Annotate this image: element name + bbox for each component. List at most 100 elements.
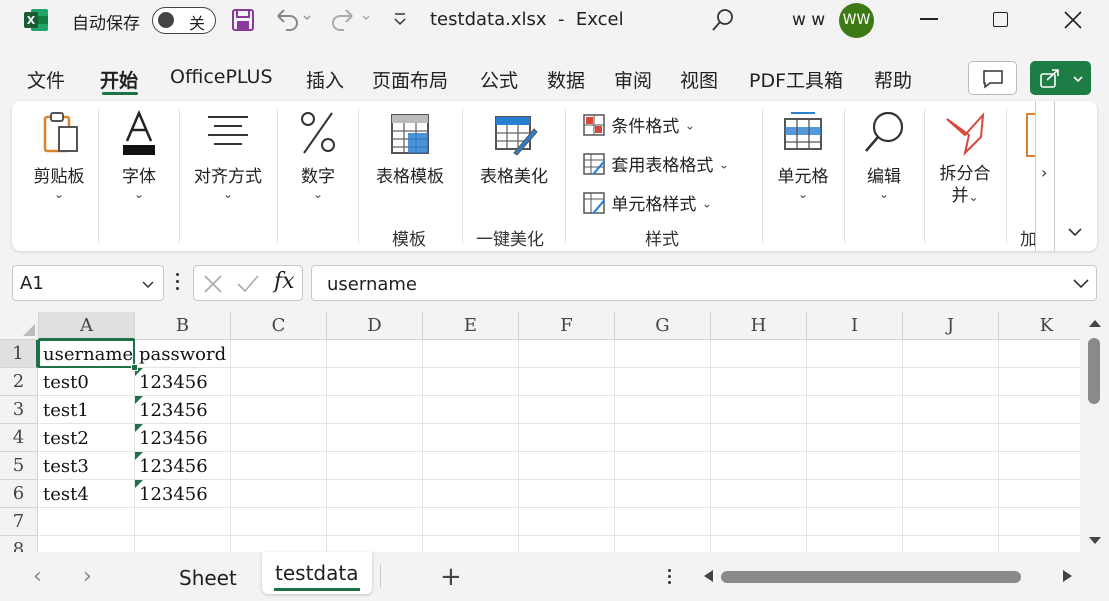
share-button[interactable] [1030, 61, 1091, 95]
minimize-icon[interactable] [920, 18, 938, 20]
menu-data[interactable]: 数据 [547, 66, 585, 93]
search-icon[interactable] [710, 7, 736, 37]
cell-c3[interactable] [231, 396, 327, 424]
cell-h2[interactable] [711, 368, 807, 396]
row-header-2[interactable]: 2 [0, 368, 38, 396]
column-header-j[interactable]: J [903, 312, 999, 340]
cell-h6[interactable] [711, 480, 807, 508]
number-button[interactable]: 数字 ⌄ [288, 109, 348, 201]
menu-officeplus[interactable]: OfficePLUS [170, 66, 273, 88]
menu-page-layout[interactable]: 页面布局 [372, 66, 448, 93]
column-header-k[interactable]: K [999, 312, 1080, 340]
cell-j6[interactable] [903, 480, 999, 508]
menu-help[interactable]: 帮助 [874, 66, 912, 93]
cell-i6[interactable] [807, 480, 903, 508]
cell-e2[interactable] [423, 368, 519, 396]
row-header-1[interactable]: 1 [0, 340, 38, 368]
cell-f4[interactable] [519, 424, 615, 452]
column-header-h[interactable]: H [711, 312, 807, 340]
cell-j5[interactable] [903, 452, 999, 480]
autosave-toggle[interactable]: 关 [152, 7, 216, 34]
cell-a6[interactable]: test4 [39, 480, 135, 508]
cell-a7[interactable] [39, 508, 135, 536]
cell-c6[interactable] [231, 480, 327, 508]
cell-i5[interactable] [807, 452, 903, 480]
cell-b3[interactable]: 123456 [135, 396, 231, 424]
menu-pdf-toolbox[interactable]: PDF工具箱 [749, 66, 843, 93]
cell-f3[interactable] [519, 396, 615, 424]
cell-h4[interactable] [711, 424, 807, 452]
column-header-i[interactable]: I [807, 312, 903, 340]
cell-d2[interactable] [327, 368, 423, 396]
column-header-b[interactable]: B [135, 312, 231, 340]
row-header-4[interactable]: 4 [0, 424, 38, 452]
menu-formulas[interactable]: 公式 [480, 66, 518, 93]
customize-toolbar-icon[interactable] [392, 10, 408, 34]
cell-f7[interactable] [519, 508, 615, 536]
cell-a3[interactable]: test1 [39, 396, 135, 424]
font-button[interactable]: 字体 ⌄ [108, 109, 170, 201]
cell-k1[interactable] [999, 340, 1080, 368]
comments-button[interactable] [968, 61, 1017, 95]
cell-b6[interactable]: 123456 [135, 480, 231, 508]
cell-c7[interactable] [231, 508, 327, 536]
cell-b1[interactable]: password [135, 340, 231, 368]
menu-home[interactable]: 开始 [100, 66, 138, 93]
cells-button[interactable]: 单元格 ⌄ [770, 109, 836, 201]
horizontal-scroll-thumb[interactable] [721, 571, 1021, 583]
cell-k7[interactable] [999, 508, 1080, 536]
enter-icon[interactable] [236, 274, 260, 294]
cell-f2[interactable] [519, 368, 615, 396]
cell-d5[interactable] [327, 452, 423, 480]
fill-handle[interactable] [131, 364, 138, 371]
row-header-7[interactable]: 7 [0, 508, 38, 536]
cell-j1[interactable] [903, 340, 999, 368]
sheet-tab-testdata[interactable]: testdata [262, 552, 372, 594]
cell-f6[interactable] [519, 480, 615, 508]
chevron-right-icon[interactable]: › [83, 564, 92, 589]
menu-file[interactable]: 文件 [27, 66, 65, 93]
cell-h1[interactable] [711, 340, 807, 368]
cell-f8[interactable] [519, 536, 615, 552]
cell-d4[interactable] [327, 424, 423, 452]
cell-a2[interactable]: test0 [39, 368, 135, 396]
menu-review[interactable]: 审阅 [614, 66, 652, 93]
cell-c4[interactable] [231, 424, 327, 452]
cell-d7[interactable] [327, 508, 423, 536]
cell-b4[interactable]: 123456 [135, 424, 231, 452]
cell-j2[interactable] [903, 368, 999, 396]
maximize-icon[interactable] [993, 12, 1008, 27]
ribbon-scroll-right[interactable]: › [1035, 101, 1055, 251]
cell-k5[interactable] [999, 452, 1080, 480]
cell-e3[interactable] [423, 396, 519, 424]
cell-i4[interactable] [807, 424, 903, 452]
cell-g6[interactable] [615, 480, 711, 508]
cell-h3[interactable] [711, 396, 807, 424]
cell-f5[interactable] [519, 452, 615, 480]
cell-g2[interactable] [615, 368, 711, 396]
cell-d6[interactable] [327, 480, 423, 508]
scroll-up-icon[interactable] [1088, 318, 1102, 328]
column-header-a[interactable]: A [39, 312, 135, 340]
row-header-5[interactable]: 5 [0, 452, 38, 480]
cell-e6[interactable] [423, 480, 519, 508]
insert-function-button[interactable]: fx [274, 269, 295, 294]
cell-e7[interactable] [423, 508, 519, 536]
cell-a4[interactable]: test2 [39, 424, 135, 452]
split-merge-button[interactable]: 拆分合 并⌄ [932, 109, 998, 208]
worksheet-grid[interactable]: A B C D E F G H I J K 1 username password 2 test0 123456… [0, 312, 1080, 552]
table-beautify-button[interactable]: 表格美化 [474, 109, 554, 187]
scroll-left-icon[interactable] [702, 569, 714, 583]
editing-button[interactable]: 编辑 ⌄ [854, 109, 914, 201]
sheet-tab-sheet[interactable]: Sheet [179, 566, 237, 590]
cell-a5[interactable]: test3 [39, 452, 135, 480]
cell-g3[interactable] [615, 396, 711, 424]
cell-g1[interactable] [615, 340, 711, 368]
row-header-8[interactable]: 8 [0, 536, 38, 552]
menu-insert[interactable]: 插入 [306, 66, 344, 93]
row-header-6[interactable]: 6 [0, 480, 38, 508]
cell-i3[interactable] [807, 396, 903, 424]
format-as-table-button[interactable]: 套用表格格式 ⌄ [582, 151, 729, 177]
cell-j7[interactable] [903, 508, 999, 536]
cell-e4[interactable] [423, 424, 519, 452]
